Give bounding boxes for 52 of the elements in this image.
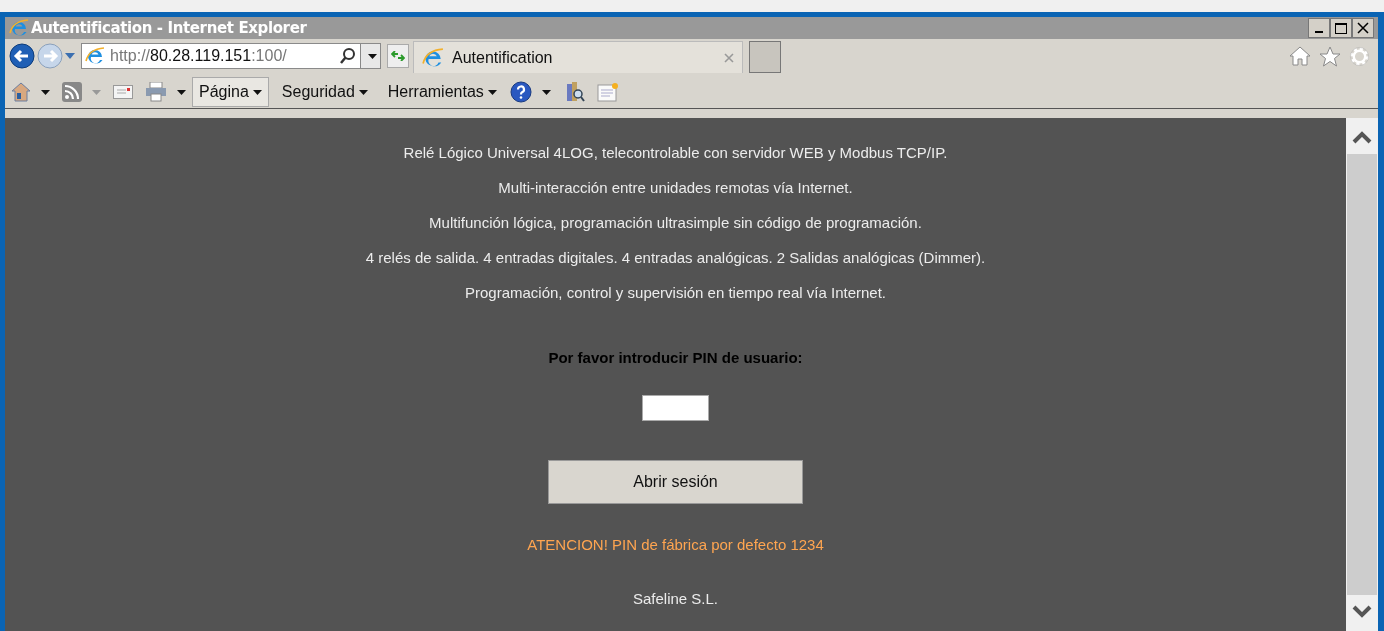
close-tab-icon[interactable] [724, 52, 734, 63]
home-icon[interactable] [1289, 46, 1311, 66]
caret-icon [177, 89, 186, 95]
page-icon [422, 46, 444, 69]
maximize-icon [1335, 22, 1347, 34]
dropdown-caret-icon[interactable] [65, 53, 75, 59]
warning-message: ATENCION! PIN de fábrica por defecto 1234 [527, 534, 824, 555]
address-field[interactable]: http://80.28.119.151:100/ [81, 43, 381, 69]
caret-icon [368, 53, 377, 59]
minimize-button[interactable] [1308, 18, 1330, 38]
maximize-button[interactable] [1330, 18, 1352, 38]
caret-icon [541, 89, 551, 95]
login-button[interactable]: Abrir sesión [548, 459, 803, 504]
search-icon[interactable] [339, 47, 357, 65]
new-tab-button[interactable] [749, 41, 781, 73]
pin-prompt: Por favor introducir PIN de usuario: [548, 348, 803, 368]
caret-icon [487, 89, 497, 95]
refresh-button[interactable] [387, 44, 409, 68]
scrollbar-thumb[interactable] [1347, 154, 1377, 595]
menu-button[interactable]: Herramientas [380, 77, 504, 107]
description-line: Programación, control y supervisión en tiempo real vía Internet. [464, 283, 886, 303]
description-line: Multifunción lógica, programación ultrasimple sin código de programación. [429, 213, 922, 233]
description-line: 4 relés de salida. 4 entradas digitales. 4 entradas analógicas. 2 Salidas analógicas (Dimmer). [365, 248, 986, 268]
help-icon[interactable] [509, 81, 532, 103]
window-title: Autentification - Internet Explorer [31, 17, 307, 39]
scrollbar[interactable] [1346, 118, 1378, 631]
browser-logo-icon [9, 18, 29, 38]
description-line: Relé Lógico Universal 4LOG, telecontrolable con servidor WEB y Modbus TCP/IP. [403, 143, 948, 163]
star-icon[interactable] [1319, 45, 1341, 67]
caret-icon [252, 89, 262, 95]
description-line: Multi-interacción entre unidades remotas vía Internet. [498, 178, 853, 198]
pin-input-field[interactable] [642, 394, 709, 421]
close-button[interactable] [1352, 18, 1374, 38]
browser-tab[interactable]: Autentification [413, 41, 743, 73]
page-icon [85, 46, 105, 66]
mail-icon[interactable] [113, 85, 133, 99]
home-icon[interactable] [11, 82, 31, 102]
address-dropdown-button[interactable] [360, 44, 380, 68]
url-text: http://80.28.119.151:100/ [110, 46, 287, 66]
feed-icon[interactable] [62, 82, 82, 102]
caret-icon [41, 89, 50, 95]
minimize-icon [1315, 31, 1323, 33]
back-icon[interactable] [9, 43, 35, 69]
caret-icon [358, 89, 368, 95]
menu-button[interactable]: Seguridad [274, 77, 375, 107]
caret-icon [92, 89, 101, 95]
footer-text: Safeline S.L. [632, 589, 719, 609]
research-icon[interactable] [564, 81, 585, 103]
refresh-icon [391, 51, 405, 61]
close-icon [1357, 22, 1369, 34]
menu-button[interactable]: Página [192, 77, 269, 107]
printer-icon[interactable] [145, 82, 167, 102]
